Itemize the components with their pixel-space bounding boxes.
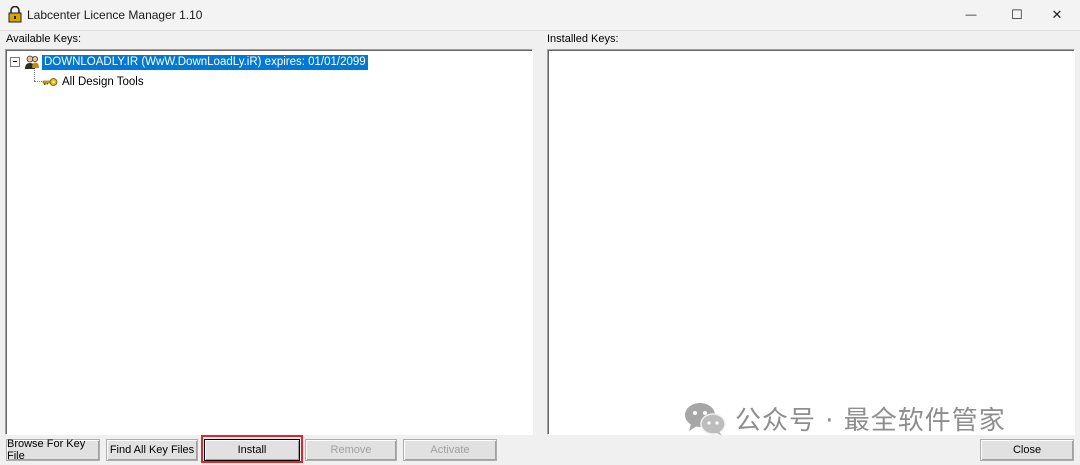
minimize-button[interactable]: — [948, 0, 994, 30]
tree-root-label: DOWNLOADLY.IR (WwW.DownLoadLy.iR) expire… [42, 54, 368, 70]
watermark-text: 公众号 · 最全软件管家 [735, 406, 1006, 436]
window-title: Labcenter Licence Manager 1.10 [27, 8, 203, 22]
minimize-icon: — [965, 9, 977, 21]
find-all-key-files-button[interactable]: Find All Key Files [106, 439, 198, 461]
close-icon: ✕ [1051, 7, 1063, 22]
close-window-button[interactable]: ✕ [1034, 0, 1080, 30]
installed-keys-list[interactable] [547, 49, 1075, 435]
close-button[interactable]: Close [980, 439, 1074, 461]
tree-connector [34, 81, 42, 82]
tree-connector [34, 70, 35, 81]
available-keys-tree[interactable]: DOWNLOADLY.IR (WwW.DownLoadLy.iR) expire… [5, 49, 533, 435]
key-icon [42, 78, 58, 86]
maximize-icon: ☐ [1011, 7, 1023, 22]
tree-root-node[interactable]: DOWNLOADLY.IR (WwW.DownLoadLy.iR) expire… [10, 54, 368, 70]
installed-keys-label: Installed Keys: [547, 33, 619, 45]
tree-child-label: All Design Tools [62, 76, 144, 88]
install-highlight-box [201, 435, 303, 463]
remove-button[interactable]: Remove [305, 439, 397, 461]
lock-icon [8, 6, 22, 23]
available-keys-label: Available Keys: [6, 33, 82, 45]
activate-button[interactable]: Activate [403, 439, 497, 461]
title-bar: Labcenter Licence Manager 1.10 — ☐ ✕ [0, 0, 1080, 31]
tree-child-node[interactable]: All Design Tools [42, 74, 144, 90]
watermark: 公众号 · 最全软件管家 [683, 400, 1006, 437]
wechat-icon [685, 402, 726, 436]
user-group-icon [25, 55, 39, 69]
collapse-expander-icon[interactable] [10, 57, 20, 67]
browse-for-key-file-button[interactable]: Browse For Key File [6, 438, 100, 462]
